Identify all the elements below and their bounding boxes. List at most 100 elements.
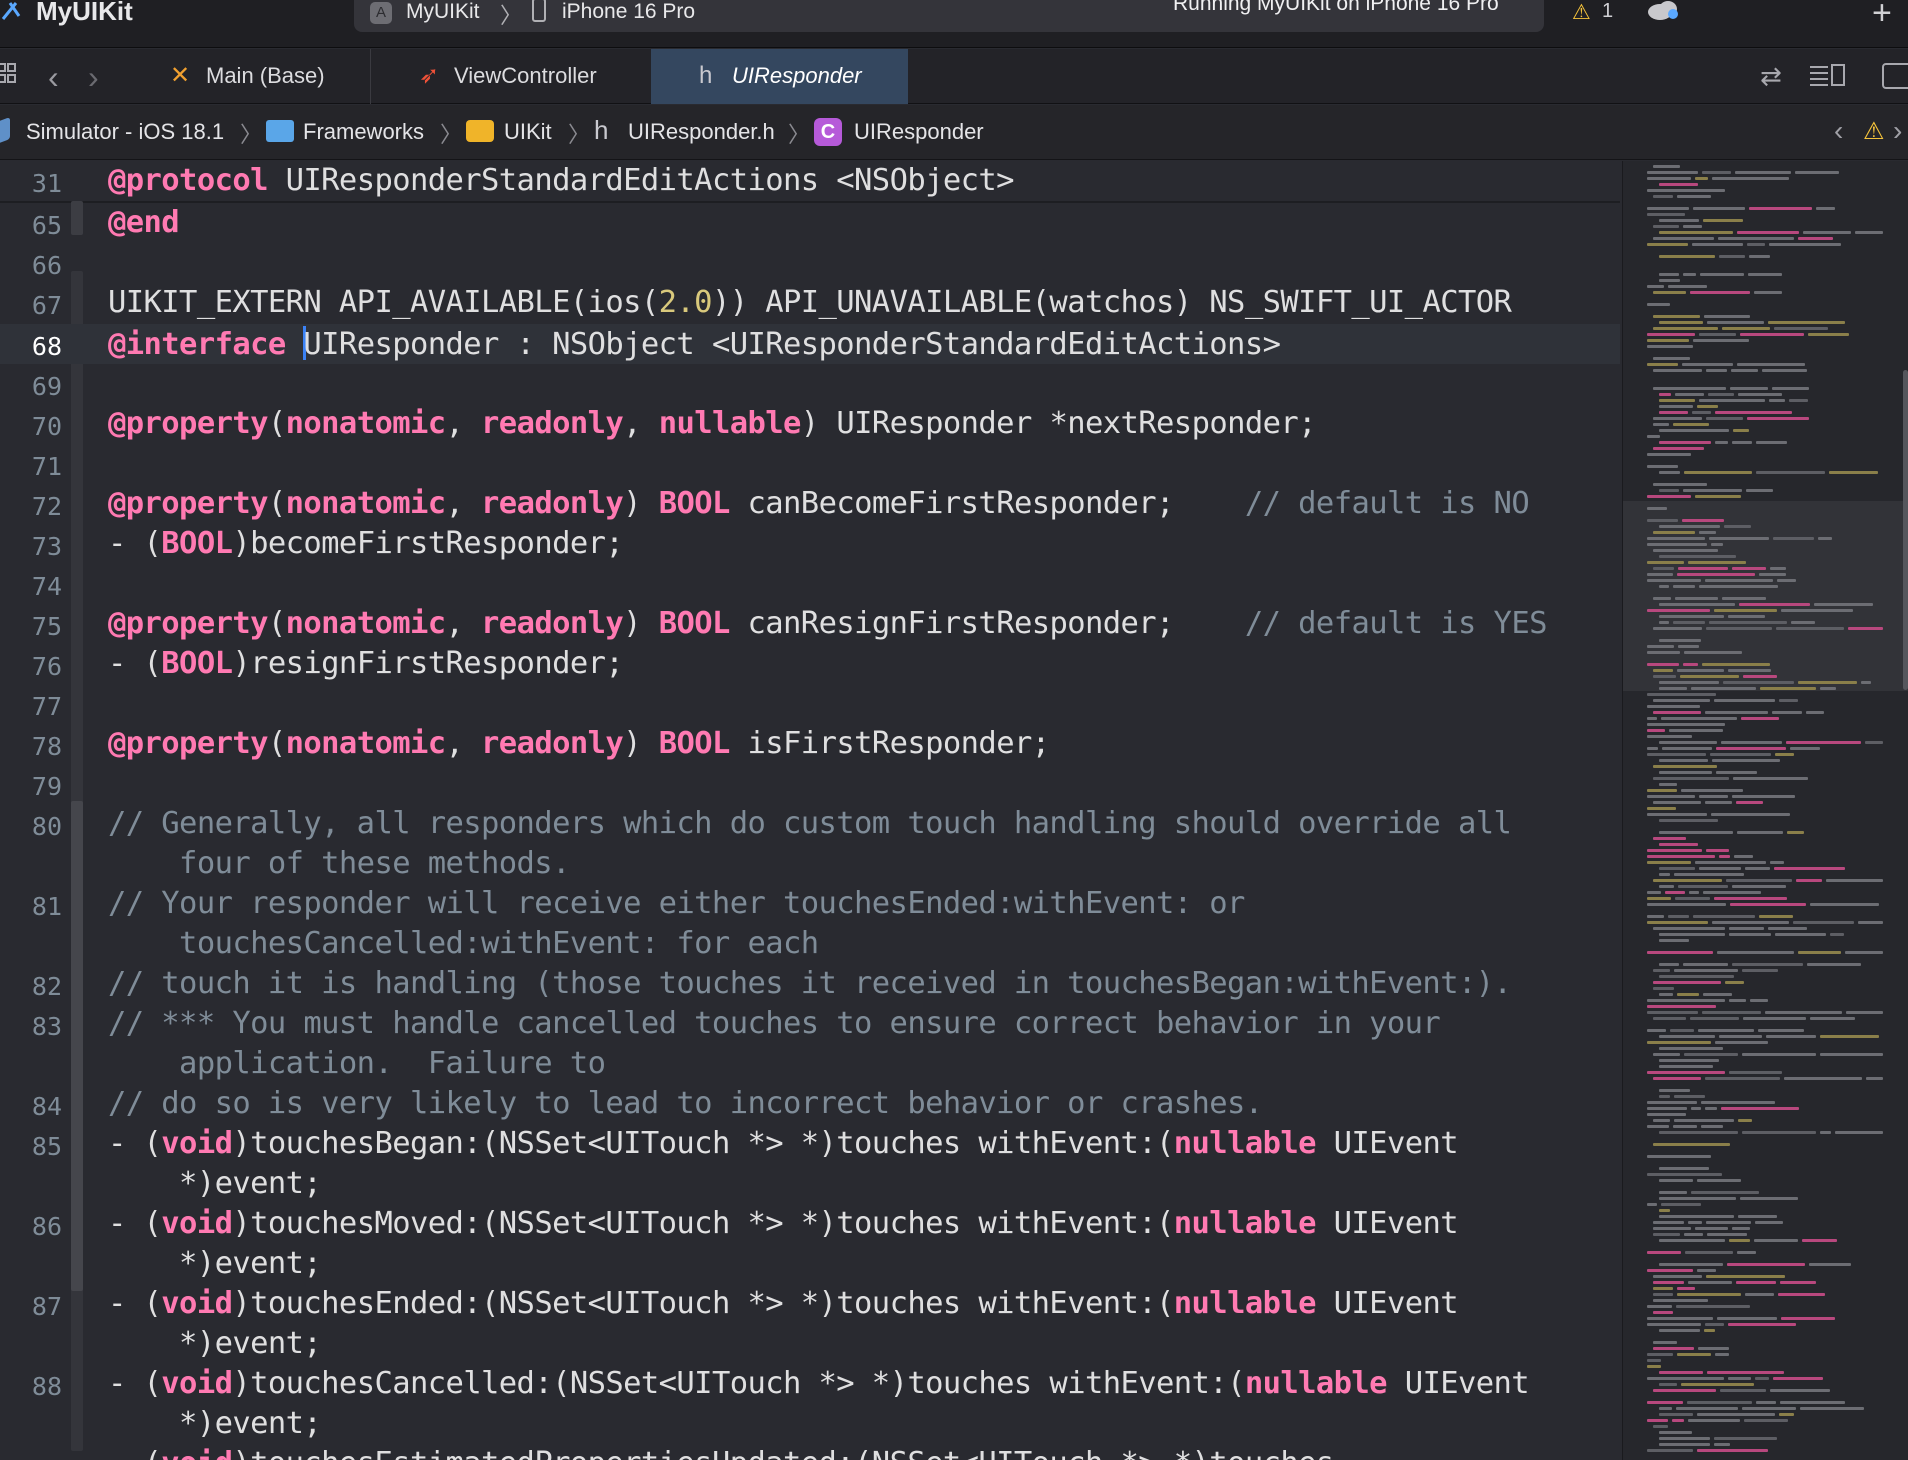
minimap-stroke xyxy=(1706,417,1743,420)
source-editor[interactable]: 31 @protocol UIResponderStandardEditActi… xyxy=(0,161,1620,1460)
code-line[interactable]: 67 UIKIT_EXTERN API_AVAILABLE(ios(2.0)) … xyxy=(0,283,1620,323)
previous-issue-icon[interactable]: ‹ xyxy=(1834,115,1843,147)
warning-icon[interactable]: ⚠ xyxy=(1572,0,1591,25)
code-line[interactable]: 84 // do so is very likely to lead to in… xyxy=(0,1084,1620,1124)
code-line[interactable]: 86 - (void)touchesMoved:(NSSet<UITouch *… xyxy=(0,1204,1620,1284)
minimap-stroke xyxy=(1653,417,1702,420)
tab-main-base[interactable]: ✕ Main (Base) xyxy=(152,49,370,104)
minimap-stroke xyxy=(1722,597,1766,600)
scheme-selector[interactable]: A MyUIKit 〉 iPhone 16 Pro Running MyUIKi… xyxy=(354,0,1544,32)
minimap-stroke xyxy=(1692,411,1711,414)
minimap-stroke xyxy=(1738,393,1782,396)
code-line[interactable]: 70 @property(nonatomic, readonly, nullab… xyxy=(0,404,1620,444)
minimap-stroke xyxy=(1676,1305,1750,1308)
minimap-stroke xyxy=(1688,561,1746,564)
code-line-partial[interactable]: - (void)touchesEstimatedPropertiesUpdate… xyxy=(0,1444,1620,1460)
plus-icon[interactable]: + xyxy=(1872,0,1892,33)
scheme-target-label[interactable]: MyUIKit xyxy=(406,0,480,24)
minimap-stroke xyxy=(1715,1041,1768,1044)
tab-viewcontroller[interactable]: ➶ ViewController xyxy=(370,49,650,104)
minimap-stroke xyxy=(1737,831,1783,834)
code-line[interactable]: 88 - (void)touchesCancelled:(NSSet<UITou… xyxy=(0,1364,1620,1444)
code-line[interactable]: 85 - (void)touchesBegan:(NSSet<UITouch *… xyxy=(0,1124,1620,1204)
code-line[interactable]: 65 @end xyxy=(0,203,1620,243)
minimap-stroke xyxy=(1659,1215,1734,1218)
breadcrumb-frameworks[interactable]: Frameworks xyxy=(303,119,424,145)
code-line[interactable]: 71 xyxy=(0,444,1620,484)
minimap-stroke xyxy=(1647,1419,1668,1422)
code-line[interactable]: 31 @protocol UIResponderStandardEditActi… xyxy=(0,161,1620,201)
line-number: 66 xyxy=(31,251,62,280)
activity-status-text: Running MyUIKit on iPhone 16 Pro xyxy=(1173,0,1499,15)
code-line[interactable]: 81 // Your responder will receive either… xyxy=(0,884,1620,964)
code-text: @protocol UIResponderStandardEditActions… xyxy=(108,163,1015,198)
related-items-icon[interactable] xyxy=(0,62,18,88)
line-number: 68 xyxy=(31,332,62,361)
code-line[interactable]: 75 @property(nonatomic, readonly) BOOL c… xyxy=(0,604,1620,644)
code-line[interactable]: 76 - (BOOL)resignFirstResponder; xyxy=(0,644,1620,684)
minimap-stroke xyxy=(1774,327,1828,330)
minimap-stroke xyxy=(1653,315,1700,318)
project-title[interactable]: MyUIKit xyxy=(36,0,133,27)
code-line[interactable]: 69 xyxy=(0,364,1620,404)
code-line[interactable]: 87 - (void)touchesEnded:(NSSet<UITouch *… xyxy=(0,1284,1620,1364)
code-line[interactable]: 77 xyxy=(0,684,1620,724)
minimap-stroke xyxy=(1695,495,1741,498)
minimap-stroke xyxy=(1647,747,1658,750)
code-line[interactable]: 74 xyxy=(0,564,1620,604)
breadcrumb-uikit[interactable]: UIKit xyxy=(504,119,552,145)
cloud-icon[interactable] xyxy=(1646,0,1682,22)
line-number: 88 xyxy=(31,1372,62,1401)
warning-count[interactable]: 1 xyxy=(1602,0,1613,23)
breadcrumb-simulator[interactable]: Simulator - iOS 18.1 xyxy=(26,119,224,145)
minimap-stroke xyxy=(1659,603,1735,606)
breadcrumb-uiresponder-class[interactable]: UIResponder xyxy=(854,119,984,145)
code-line[interactable]: 72 @property(nonatomic, readonly) BOOL c… xyxy=(0,484,1620,524)
swap-arrows-icon[interactable]: ⇄ xyxy=(1760,61,1782,92)
editor-options-icon[interactable] xyxy=(1808,63,1846,87)
code-line[interactable]: 82 // touch it is handling (those touche… xyxy=(0,964,1620,1004)
minimap-stroke xyxy=(1715,411,1792,414)
code-line[interactable]: 66 xyxy=(0,243,1620,283)
minimap-stroke xyxy=(1659,873,1670,876)
code-line[interactable]: 78 @property(nonatomic, readonly) BOOL i… xyxy=(0,724,1620,764)
minimap-stroke xyxy=(1690,1017,1739,1020)
minimap-stroke xyxy=(1706,849,1729,852)
minimap-stroke xyxy=(1830,933,1844,936)
minimap-stroke xyxy=(1742,1407,1796,1410)
chevron-right-icon[interactable]: › xyxy=(88,59,99,96)
minimap-stroke xyxy=(1677,1287,1695,1290)
code-line[interactable]: 79 xyxy=(0,764,1620,804)
code-line[interactable]: 80 // Generally, all responders which do… xyxy=(0,804,1620,884)
minimap-stroke xyxy=(1647,579,1701,582)
code-text-wrap: *)event; xyxy=(108,1406,322,1441)
minimap-stroke xyxy=(1653,627,1702,630)
line-number: 31 xyxy=(31,169,62,198)
add-editor-split-icon[interactable] xyxy=(1882,63,1908,89)
header-file-icon: h xyxy=(699,62,713,89)
minimap-stroke xyxy=(1653,597,1671,600)
minimap-stroke xyxy=(1800,1407,1864,1410)
code-line[interactable]: 83 // *** You must handle cancelled touc… xyxy=(0,1004,1620,1084)
vertical-scrollbar[interactable] xyxy=(1903,370,1908,690)
code-line[interactable]: 73 - (BOOL)becomeFirstResponder; xyxy=(0,524,1620,564)
chevron-left-icon[interactable]: ‹ xyxy=(48,59,59,96)
warning-icon[interactable]: ⚠ xyxy=(1863,117,1885,146)
minimap-stroke xyxy=(1659,1059,1719,1062)
minimap-stroke xyxy=(1672,1419,1684,1422)
minimap-stroke xyxy=(1705,801,1732,804)
run-destination-label[interactable]: iPhone 16 Pro xyxy=(562,0,695,24)
minimap-stroke xyxy=(1810,903,1879,906)
minimap-stroke xyxy=(1659,555,1736,558)
code-text: @property(nonatomic, readonly) BOOL canB… xyxy=(108,486,1530,521)
minimap-stroke xyxy=(1747,417,1809,420)
minimap[interactable] xyxy=(1622,161,1908,1460)
minimap-stroke xyxy=(1659,1239,1725,1242)
minimap-stroke xyxy=(1647,345,1693,348)
minimap-stroke xyxy=(1653,1017,1686,1020)
code-line-current[interactable]: 68 @interface UIResponder : NSObject <UI… xyxy=(0,324,1620,364)
breadcrumb-uiresponder-h[interactable]: UIResponder.h xyxy=(628,119,775,145)
next-issue-icon[interactable]: › xyxy=(1893,115,1902,147)
minimap-stroke xyxy=(1848,627,1883,630)
tab-uiresponder[interactable]: h UIResponder xyxy=(651,49,908,104)
